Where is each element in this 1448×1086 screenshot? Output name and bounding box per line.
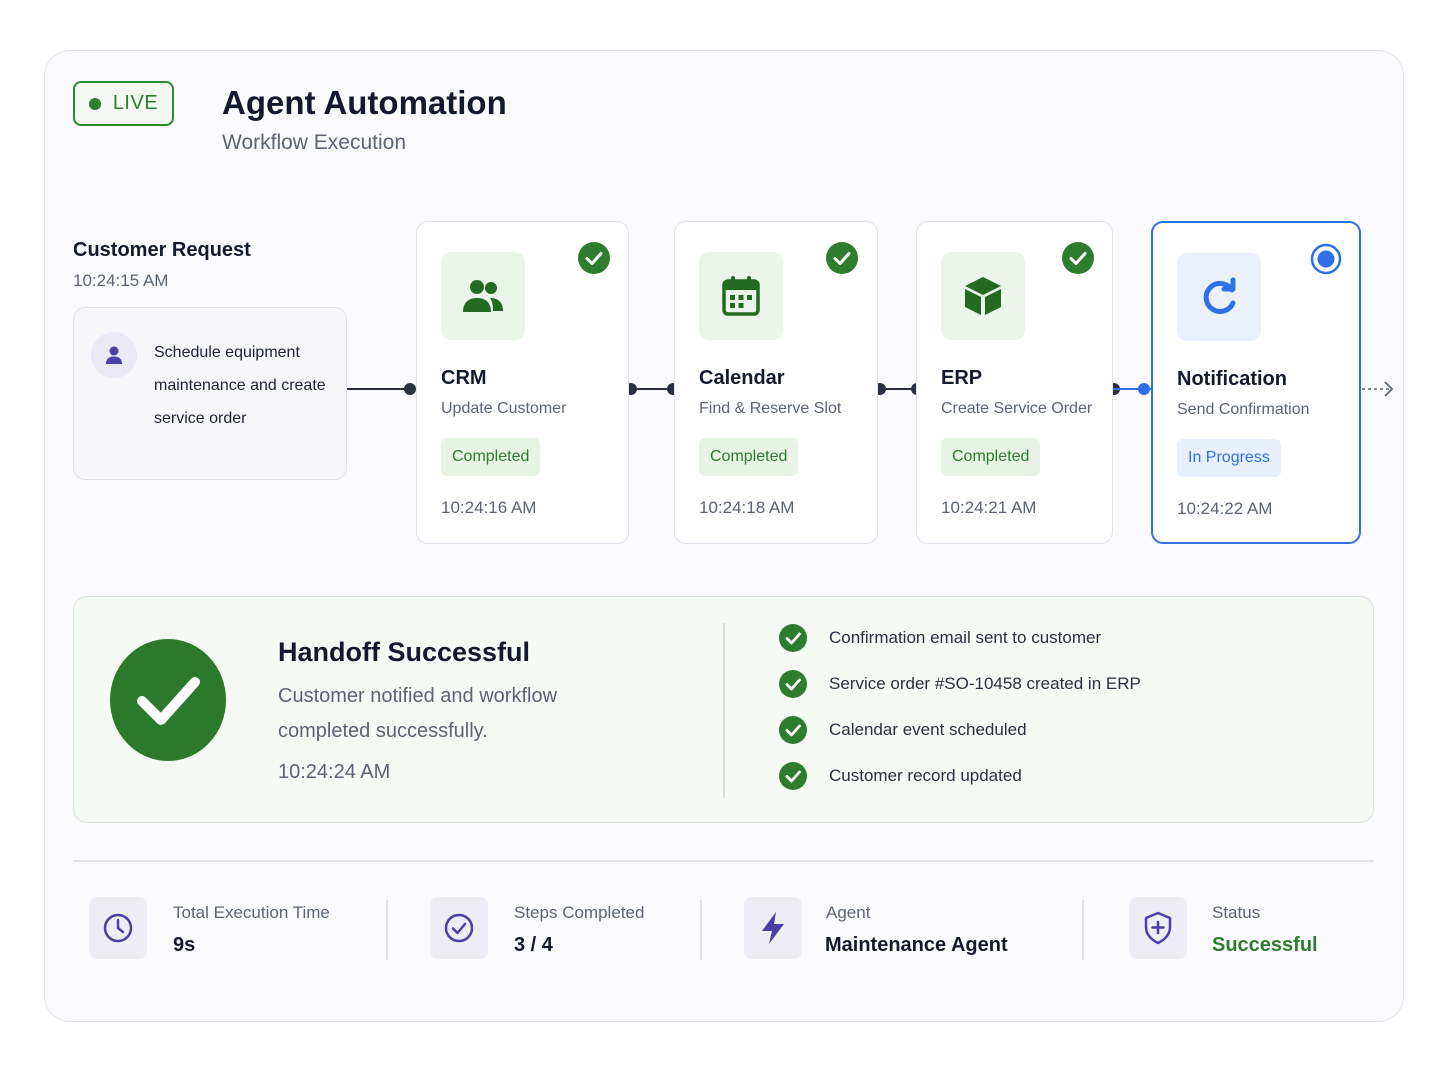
list-item: Calendar event scheduled bbox=[779, 715, 1027, 745]
check-icon bbox=[826, 242, 858, 274]
status-badge: Completed bbox=[699, 438, 799, 476]
users-icon bbox=[441, 252, 525, 340]
divider bbox=[73, 860, 1374, 862]
live-dot-icon bbox=[88, 97, 101, 110]
check-icon bbox=[1062, 242, 1094, 274]
divider bbox=[723, 623, 725, 798]
divider bbox=[1082, 900, 1084, 960]
step-action: Update Customer bbox=[441, 400, 567, 417]
live-label: LIVE bbox=[112, 92, 159, 114]
request-time: 10:24:15 AM bbox=[73, 271, 169, 290]
step-time: 10:24:18 AM bbox=[699, 498, 795, 517]
list-item: Confirmation email sent to customer bbox=[779, 623, 1101, 653]
request-title: Customer Request bbox=[73, 239, 251, 261]
check-icon bbox=[779, 670, 807, 698]
box-icon bbox=[941, 252, 1025, 340]
live-badge: LIVE bbox=[73, 81, 174, 126]
step-time: 10:24:22 AM bbox=[1177, 499, 1273, 518]
step-card-calendar[interactable]: Calendar Find & Reserve Slot Completed 1… bbox=[674, 221, 878, 544]
step-time: 10:24:16 AM bbox=[441, 498, 537, 517]
success-check-icon bbox=[110, 639, 226, 761]
step-name: ERP bbox=[941, 367, 983, 389]
clock-icon bbox=[89, 897, 147, 959]
list-item: Service order #SO-10458 created in ERP bbox=[779, 669, 1141, 699]
stat-label: Steps Completed bbox=[514, 903, 645, 922]
checklist-text: Service order #SO-10458 created in ERP bbox=[829, 674, 1141, 693]
step-name: Notification bbox=[1177, 368, 1287, 390]
user-icon bbox=[91, 332, 137, 378]
stat-label: Agent bbox=[826, 903, 871, 922]
step-action: Create Service Order bbox=[941, 400, 1093, 417]
dashed-arrow-icon bbox=[1362, 381, 1394, 397]
divider bbox=[386, 900, 388, 960]
page-title: Agent Automation bbox=[222, 84, 507, 121]
page-subtitle: Workflow Execution bbox=[222, 131, 407, 154]
list-item: Customer record updated bbox=[779, 761, 1022, 791]
check-icon bbox=[779, 716, 807, 744]
stat-value: 9s bbox=[173, 934, 196, 956]
lightning-icon bbox=[744, 897, 802, 959]
checklist-text: Calendar event scheduled bbox=[829, 720, 1027, 739]
calendar-icon bbox=[699, 252, 783, 340]
handoff-time: 10:24:24 AM bbox=[278, 761, 391, 783]
step-card-crm[interactable]: CRM Update Customer Completed 10:24:16 A… bbox=[416, 221, 629, 544]
step-name: Calendar bbox=[699, 367, 785, 389]
handoff-title: Handoff Successful bbox=[278, 637, 531, 667]
connector-line bbox=[347, 388, 410, 390]
checklist-text: Confirmation email sent to customer bbox=[829, 628, 1102, 647]
radio-active-icon bbox=[1310, 243, 1342, 275]
handoff-panel: Handoff Successful Customer notified and… bbox=[73, 596, 1374, 823]
check-icon bbox=[578, 242, 610, 274]
step-card-notification[interactable]: Notification Send Confirmation In Progre… bbox=[1151, 221, 1361, 544]
stat-value: Maintenance Agent bbox=[825, 934, 1008, 956]
check-icon bbox=[779, 624, 807, 652]
connector-dot bbox=[404, 383, 416, 395]
step-action: Find & Reserve Slot bbox=[699, 400, 842, 417]
step-action: Send Confirmation bbox=[1177, 401, 1310, 418]
connector-dot-active bbox=[1138, 383, 1150, 395]
refresh-icon bbox=[1177, 253, 1261, 341]
checklist-text: Customer record updated bbox=[829, 766, 1022, 785]
handoff-description: Customer notified and workflow completed… bbox=[278, 685, 558, 742]
stat-value: 3 / 4 bbox=[514, 934, 553, 956]
status-badge: Completed bbox=[441, 438, 541, 476]
stat-label: Status bbox=[1212, 903, 1261, 922]
divider bbox=[700, 900, 702, 960]
check-circle-icon bbox=[430, 897, 488, 959]
request-text: Schedule equipment maintenance and creat… bbox=[154, 344, 326, 427]
status-badge: In Progress bbox=[1177, 439, 1281, 477]
shield-icon bbox=[1129, 897, 1187, 959]
status-badge: Completed bbox=[941, 438, 1041, 476]
step-name: CRM bbox=[441, 367, 487, 389]
request-card[interactable]: Schedule equipment maintenance and creat… bbox=[73, 307, 347, 480]
status-value: Successful bbox=[1212, 934, 1318, 956]
stat-label: Total Execution Time bbox=[173, 903, 330, 922]
step-card-erp[interactable]: ERP Create Service Order Completed 10:24… bbox=[916, 221, 1113, 544]
check-icon bbox=[779, 762, 807, 790]
step-time: 10:24:21 AM bbox=[941, 498, 1037, 517]
